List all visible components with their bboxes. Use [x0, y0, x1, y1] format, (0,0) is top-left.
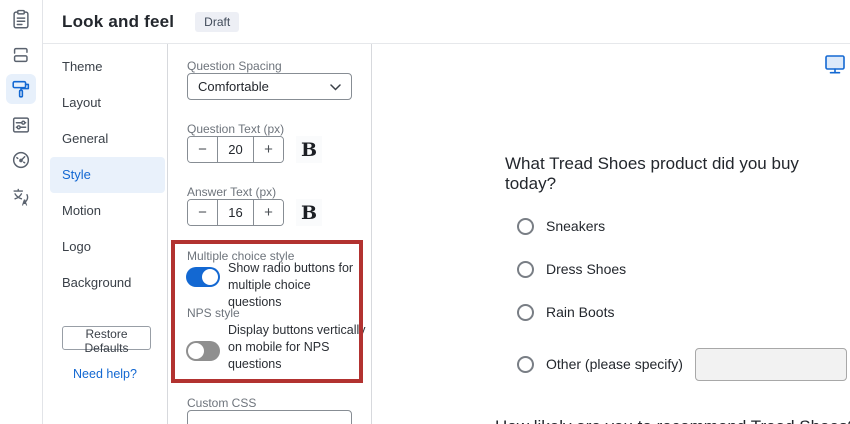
question-spacing-value: Comfortable — [198, 79, 269, 94]
toggle-knob — [202, 269, 218, 285]
dashboard-gauge-icon[interactable] — [6, 145, 36, 175]
question-text-increase-button[interactable]: + — [253, 137, 283, 162]
nps-style-label: NPS style — [187, 306, 240, 320]
survey-clipboard-icon[interactable] — [6, 4, 36, 34]
look-and-feel-nav: Theme Layout General Style Motion Logo B… — [43, 44, 168, 424]
answer-text-label: Answer Text (px) — [187, 185, 276, 199]
page-header: Look and feel Draft — [43, 0, 850, 44]
option-label: Sneakers — [546, 218, 605, 234]
svg-text:A: A — [22, 199, 28, 208]
question-spacing-label: Question Spacing — [187, 59, 282, 73]
next-question-clipped-text: How likely are you to recommend Tread Sh… — [495, 417, 850, 424]
survey-options-icon[interactable] — [6, 110, 36, 140]
nav-item-motion[interactable]: Motion — [50, 193, 165, 229]
radio-button[interactable] — [517, 304, 534, 321]
question-text-value[interactable]: 20 — [218, 137, 253, 162]
restore-defaults-button[interactable]: Restore Defaults — [62, 326, 151, 350]
question-text-stepper: − 20 + — [187, 136, 284, 163]
question-text-label: Question Text (px) — [187, 122, 284, 136]
option-row-dress-shoes: Dress Shoes — [517, 260, 850, 278]
answer-text-value[interactable]: 16 — [218, 200, 253, 225]
option-label: Dress Shoes — [546, 261, 626, 277]
nps-toggle[interactable] — [186, 341, 220, 361]
radio-button[interactable] — [517, 356, 534, 373]
style-settings-panel: Question Spacing Comfortable Question Te… — [168, 44, 372, 424]
question-spacing-select[interactable]: Comfortable — [187, 73, 352, 100]
preview-question-block: What Tread Shoes product did you buy tod… — [505, 154, 850, 373]
nps-description: Display buttons vertically on mobile for… — [228, 322, 368, 373]
option-row-rain-boots: Rain Boots — [517, 303, 850, 321]
question-text-bold-button[interactable]: B — [296, 136, 322, 163]
other-specify-input[interactable] — [695, 348, 847, 381]
nav-item-style[interactable]: Style — [50, 157, 165, 193]
radio-button[interactable] — [517, 218, 534, 235]
status-badge: Draft — [195, 12, 239, 32]
need-help-link[interactable]: Need help? — [43, 367, 167, 381]
page-title: Look and feel — [62, 12, 174, 32]
nav-item-general[interactable]: General — [50, 121, 165, 157]
nav-item-background[interactable]: Background — [50, 265, 165, 301]
radio-button[interactable] — [517, 261, 534, 278]
question-text-decrease-button[interactable]: − — [188, 137, 218, 162]
chevron-down-icon — [330, 79, 341, 94]
translate-icon[interactable]: A — [6, 182, 36, 212]
answer-text-stepper: − 16 + — [187, 199, 284, 226]
option-label: Rain Boots — [546, 304, 614, 320]
multiple-choice-description: Show radio buttons for multiple choice q… — [228, 260, 364, 311]
option-row-other: Other (please specify) — [517, 355, 850, 373]
answer-text-decrease-button[interactable]: − — [188, 200, 218, 225]
answer-text-increase-button[interactable]: + — [253, 200, 283, 225]
multiple-choice-toggle[interactable] — [186, 267, 220, 287]
custom-css-label: Custom CSS — [187, 396, 256, 410]
nav-item-theme[interactable]: Theme — [50, 49, 165, 85]
paint-roller-icon[interactable] — [6, 74, 36, 104]
app-icon-rail: A — [0, 0, 43, 424]
answer-text-bold-button[interactable]: B — [296, 199, 322, 226]
option-row-sneakers: Sneakers — [517, 217, 850, 235]
custom-css-input[interactable] — [187, 410, 352, 424]
desktop-preview-icon[interactable] — [823, 52, 847, 76]
blocks-icon[interactable] — [6, 40, 36, 70]
nav-item-logo[interactable]: Logo — [50, 229, 165, 265]
nav-item-layout[interactable]: Layout — [50, 85, 165, 121]
option-label: Other (please specify) — [546, 356, 683, 372]
survey-preview-panel: What Tread Shoes product did you buy tod… — [372, 44, 850, 424]
preview-question-title: What Tread Shoes product did you buy tod… — [505, 154, 850, 194]
toggle-knob — [188, 343, 204, 359]
look-and-feel-window: A Look and feel Draft Theme Layout Gener… — [0, 0, 850, 424]
